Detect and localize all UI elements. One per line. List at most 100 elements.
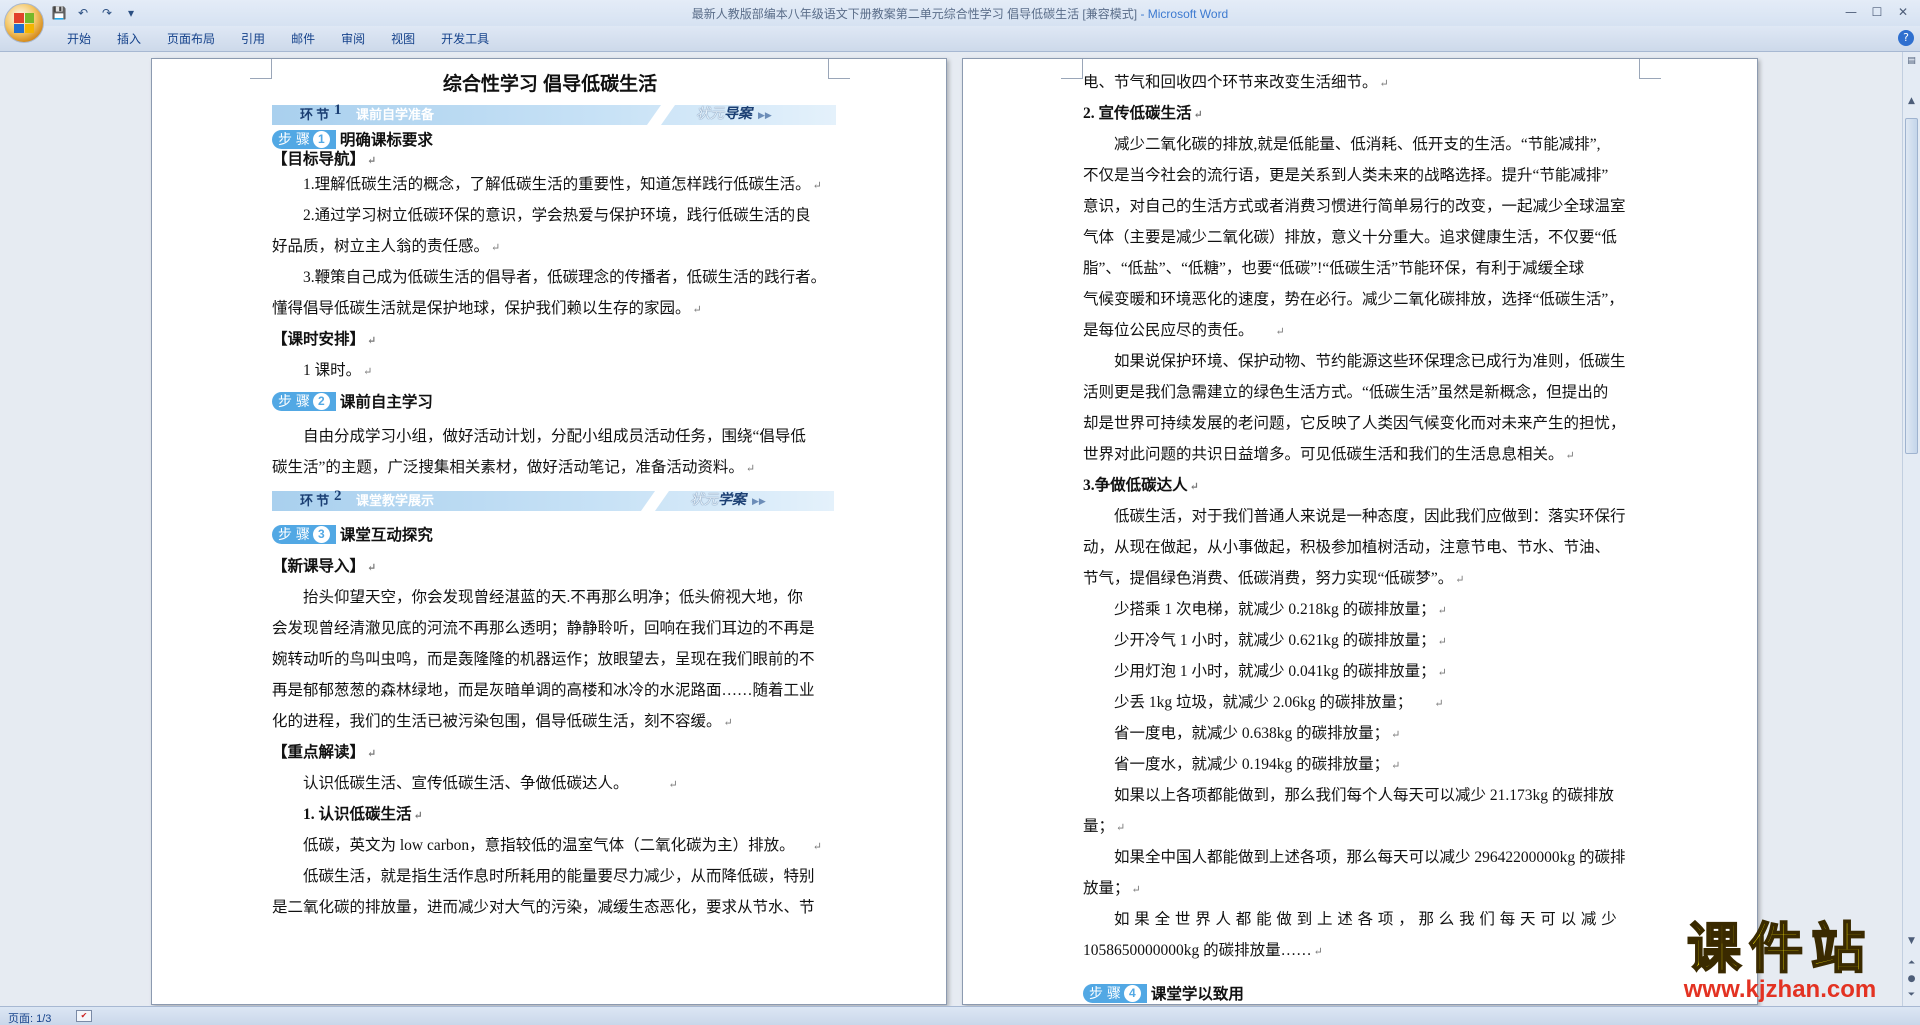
paragraph: 却是世界可持续发展的老问题，它反映了人类因气候变化而对未来产生的担忧， [1083,415,1626,432]
paragraph: 认识低碳生活、宣传低碳生活、争做低碳达人。 ↵ [303,775,678,792]
step-number: 4 [1123,984,1141,1002]
tab-home[interactable]: 开始 [54,30,104,48]
step-label: 课堂互动探究 [339,527,433,544]
section-banner-2: 环 节 2 课堂教学展示 状元学案 ▶▶ [272,488,834,511]
margin-corner-tr [1639,59,1661,79]
tab-mailings[interactable]: 邮件 [278,30,328,48]
browse-object-icon[interactable]: ● [1905,972,1918,986]
paragraph: 再是郁郁葱葱的森林绿地，而是灰暗单调的高楼和冰冷的水泥路面……随着工业 [272,682,815,699]
paragraph: 不仅是当今社会的流行语，更是关系到人类未来的战略选择。提升“节能减排” [1083,167,1609,184]
ribbon-tabs: 开始 插入 页面布局 引用 邮件 审阅 视图 开发工具 [54,30,502,48]
section-banner-1: 环 节 1 课前自学准备 状元导案 ▶▶ [272,102,836,125]
paragraph: 减少二氧化碳的排放,就是低能量、低消耗、低开支的生活。“节能减排”, [1114,136,1601,153]
scroll-up-icon[interactable]: ▲ [1905,94,1918,108]
document-page-2[interactable]: 电、节气和回收四个环节来改变生活细节。 ↵ 2. 宣传低碳生活 ↵ 减少二氧化碳的排… [962,58,1758,1005]
paragraph: 1058650000000kg 的碳排放量…… ↵ [1083,942,1323,959]
step-pill: 步 骤2 [272,391,336,411]
paragraph: 低碳，英文为 low carbon，意指较低的温室气体（二氧化碳为主）排放。 ↵ [303,837,822,854]
step-badge-3: 步 骤3 课堂互动探究 [272,524,433,544]
paragraph: 气候变暖和环境恶化的速度，势在必行。减少二氧化碳排放，选择“低碳生活”， [1083,291,1624,308]
page-indicator[interactable]: 页面: 1/3 [8,1010,51,1025]
banner-title: 课前自学准备 [356,107,435,122]
section-heading-2: 2. 宣传低碳生活 ↵ [1083,105,1203,122]
office-logo-icon [14,13,34,33]
tab-page-layout[interactable]: 页面布局 [154,30,228,48]
paragraph: 活则更是我们急需建立的绿色生活方式。“低碳生活”虽然是新概念，但提出的 [1083,384,1609,401]
tab-view[interactable]: 视图 [378,30,428,48]
banner-number: 1 [334,102,342,118]
paragraph: 婉转动听的鸟叫虫鸣，而是轰隆隆的机器运作；放眼望去，呈现在我们眼前的不 [272,651,815,668]
tab-insert[interactable]: 插入 [104,30,154,48]
banner-divider [640,491,670,511]
paragraph: 世界对此问题的共识日益增多。可见低碳生活和我们的生活息息相关。 ↵ [1083,446,1575,463]
window-controls: — ☐ ✕ [1838,2,1916,22]
close-icon[interactable]: ✕ [1890,2,1916,22]
paragraph: 脂”、“低盐”、“低糖”，也要“低碳”!“低碳生活”节能环保，有利于减缓全球 [1083,260,1585,277]
document-page-1[interactable]: 综合性学习 倡导低碳生活 环 节 1 课前自学准备 状元导案 ▶▶ 步 骤1 明… [151,58,947,1005]
paragraph: 懂得倡导低碳生活就是保护地球，保护我们赖以生存的家园。 ↵ [272,300,702,317]
list-item: 省一度电，就减少 0.638kg 的碳排放量； ↵ [1114,725,1401,742]
list-item: 少丢 1kg 垃圾，就减少 2.06kg 的碳排放量； ↵ [1114,694,1444,711]
maximize-icon[interactable]: ☐ [1864,2,1890,22]
paragraph: 1 课时。 ↵ [303,362,373,379]
watermark-logo-text: 课件站 [1686,917,1873,980]
step-badge-2: 步 骤2 课前自主学习 [272,391,433,411]
banner-divider [646,105,676,125]
minimize-icon[interactable]: — [1838,2,1864,22]
banner-right-label: 状元导案 [696,107,752,122]
watermark-url: www.kjzhan.com [1683,976,1877,1003]
step-number: 2 [312,392,330,410]
paragraph: 是二氧化碳的排放量，进而减少对大气的污染，减缓生态恶化，要求从节水、节 [272,899,815,916]
office-button[interactable] [4,3,44,43]
paragraph: 低碳生活，对于我们普通人来说是一种态度，因此我们应做到：落实环保行 [1114,508,1626,525]
next-page-icon[interactable]: ⏷ [1905,988,1918,1002]
tab-review[interactable]: 审阅 [328,30,378,48]
previous-page-icon[interactable]: ⏶ [1905,956,1918,970]
ribbon: 开始 插入 页面布局 引用 邮件 审阅 视图 开发工具 ? [0,26,1920,52]
list-item: 少用灯泡 1 小时，就减少 0.041kg 的碳排放量； ↵ [1114,663,1447,680]
proofing-icon[interactable]: ✔ [76,1010,92,1022]
window-title: 最新人教版部编本八年级语文下册教案第二单元综合性学习 倡导低碳生活 [兼容模式]… [0,5,1920,22]
paragraph: 是每位公民应尽的责任。 ↵ [1083,322,1285,339]
paragraph: 气体（主要是减少二氧化碳）排放，意义十分重大。追求健康生活，不仅要“低 [1083,229,1617,246]
heading-intro: 【新课导入】 ↵ [272,558,377,575]
step-number: 3 [312,525,330,543]
paragraph: 会发现曾经清澈见底的河流不再那么透明；静静聆听，回响在我们耳边的不再是 [272,620,815,637]
section-heading-3: 3.争做低碳达人 ↵ [1083,477,1199,494]
app-name: - Microsoft Word [1137,7,1229,21]
paragraph: 电、节气和回收四个环节来改变生活细节。 ↵ [1083,74,1389,91]
paragraph: 如果全世界人都能做到上述各项，那么我们每天可以减少 [1114,911,1622,928]
banner-number: 2 [334,488,342,504]
paragraph: 低碳生活，就是指生活作息时所耗用的能量要尽力减少，从而降低碳，特别 [303,868,815,885]
paragraph: 如果全中国人都能做到上述各项，那么每天可以减少 29642200000kg 的碳… [1114,849,1626,866]
site-watermark: 课件站 www.kjzhan.com [1660,917,1900,1006]
title-bar: 💾 ↶ ↷ ▾ 最新人教版部编本八年级语文下册教案第二单元综合性学习 倡导低碳生… [0,0,1920,26]
paragraph: 放量； ↵ [1083,880,1141,897]
paragraph: 量； ↵ [1083,818,1126,835]
document-name: 最新人教版部编本八年级语文下册教案第二单元综合性学习 倡导低碳生活 [兼容模式] [691,7,1138,21]
paragraph: 动，从现在做起，从小事做起，积极参加植树活动，注意节电、节水、节油、 [1083,539,1611,556]
double-arrow-icon: ▶▶ [752,496,766,506]
scroll-down-icon[interactable]: ▼ [1905,934,1918,948]
list-item: 少开冷气 1 小时，就减少 0.621kg 的碳排放量； ↵ [1114,632,1447,649]
help-icon[interactable]: ? [1898,30,1914,46]
paragraph: 1.理解低碳生活的概念，了解低碳生活的重要性，知道怎样践行低碳生活。 ↵ [303,176,822,193]
heading-key: 【重点解读】 ↵ [272,744,377,761]
paragraph: 2.通过学习树立低碳环保的意识，学会热爱与保护环境，践行低碳生活的良 [303,207,811,224]
paragraph: 意识，对自己的生活方式或者消费习惯进行简单易行的改变，一起减少全球温室 [1083,198,1626,215]
banner-title: 课堂教学展示 [356,493,435,508]
tab-references[interactable]: 引用 [228,30,278,48]
tab-developer[interactable]: 开发工具 [428,30,502,48]
paragraph: 节气，提倡绿色消费、低碳消费，努力实现“低碳梦”。 ↵ [1083,570,1465,587]
double-arrow-icon: ▶▶ [758,110,772,120]
banner-right-label: 状元学案 [690,493,746,508]
ruler-toggle-icon[interactable]: ▤ [1905,54,1918,68]
scroll-thumb[interactable] [1905,118,1918,454]
paragraph: 好品质，树立主人翁的责任感。 ↵ [272,238,501,255]
document-title: 综合性学习 倡导低碳生活 [442,74,658,95]
list-item: 省一度水，就减少 0.194kg 的碳排放量； ↵ [1114,756,1401,773]
paragraph: 碳生活”的主题，广泛搜集相关素材，做好活动笔记，准备活动资料。 ↵ [272,459,756,476]
vertical-scrollbar[interactable]: ▤ ▲ ▼ ⏶ ● ⏷ [1902,52,1920,1007]
heading-time: 【课时安排】 ↵ [272,331,377,348]
margin-corner-tl [1061,59,1083,79]
